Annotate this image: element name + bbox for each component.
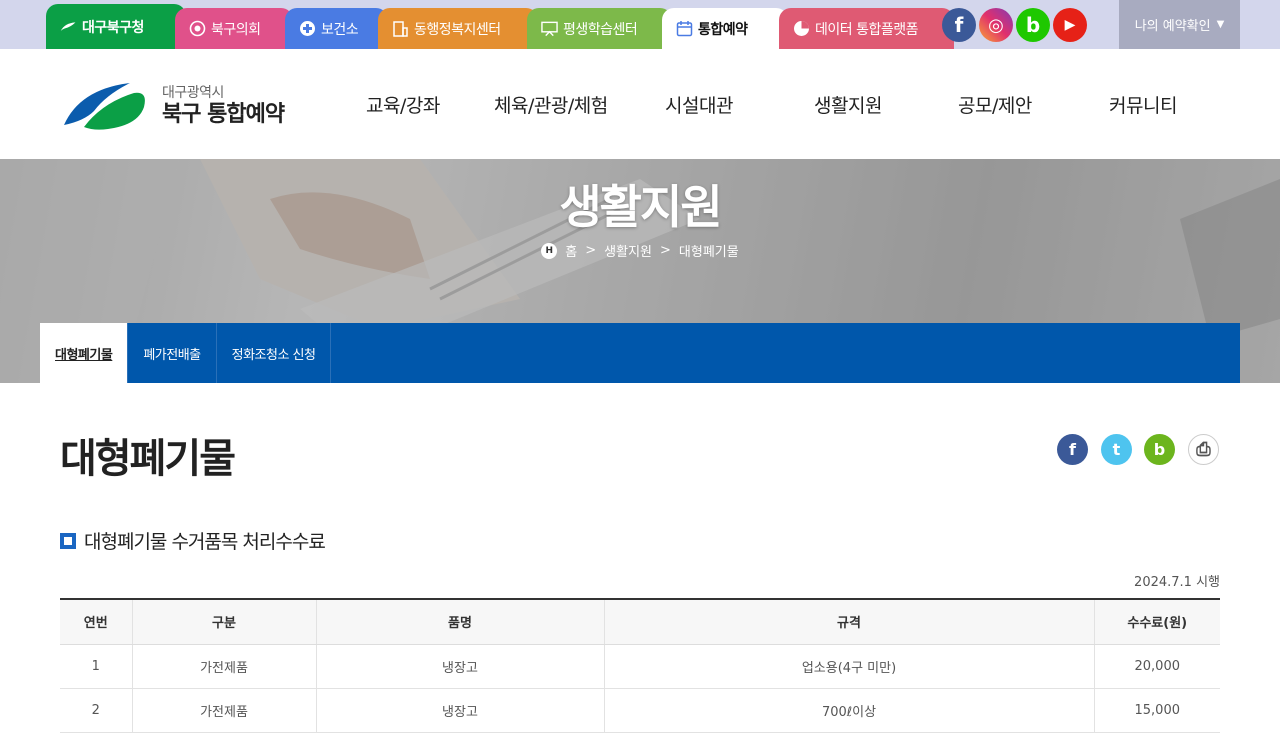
subnav-bulky-waste[interactable]: 대형폐기물 — [40, 323, 129, 383]
share-facebook-icon[interactable]: f — [1057, 434, 1088, 465]
breadcrumb: H 홈 > 생활지원 > 대형폐기물 — [0, 241, 1280, 260]
table-row: 1 가전제품 냉장고 업소용(4구 미만) 20,000 — [60, 644, 1220, 689]
gnb-education[interactable]: 교육/강좌 — [366, 49, 440, 159]
tab-health-center[interactable]: 보건소 — [285, 8, 388, 49]
breadcrumb-level2[interactable]: 대형폐기물 — [679, 241, 739, 260]
breadcrumb-separator: > — [660, 243, 671, 258]
tab-label: 통합예약 — [698, 21, 748, 38]
table-header-row: 연번 구분 품명 규격 수수료(원) — [60, 598, 1220, 645]
cell-category: 가전제품 — [131, 644, 316, 689]
home-icon[interactable]: H — [541, 242, 558, 259]
leaf-logo-icon — [60, 18, 77, 35]
share-twitter-icon[interactable]: t — [1101, 434, 1132, 465]
tab-lifelong-learning[interactable]: 평생학습센터 — [527, 8, 672, 49]
breadcrumb-separator: > — [585, 243, 597, 258]
calendar-icon — [676, 20, 693, 37]
cell-item: 냉장고 — [315, 644, 604, 689]
pie-chart-icon — [793, 20, 810, 37]
presentation-board-icon — [541, 20, 558, 37]
bullet-square-icon — [60, 532, 76, 549]
building-icon — [392, 20, 409, 37]
tab-community-center[interactable]: 동행정복지센터 — [378, 8, 538, 49]
page-title: 대형폐기물 — [60, 436, 236, 482]
col-header-fee: 수수료(원) — [1093, 598, 1220, 645]
gnb-life-support[interactable]: 생활지원 — [814, 49, 882, 159]
logo-title: 북구 통합예약 — [162, 102, 285, 127]
tab-council[interactable]: 북구의회 — [175, 8, 293, 49]
top-site-bar: 대구북구청 북구의회 보건소 동행정복지센터 평생학습센터 통합예약 데이터 통… — [0, 0, 1280, 49]
breadcrumb-home[interactable]: 홈 — [565, 241, 577, 260]
subnav-appliance-disposal[interactable]: 폐가전배출 — [128, 323, 217, 383]
subnav-septic-cleaning[interactable]: 정화조청소 신청 — [217, 323, 332, 383]
bukgu-logo-icon — [64, 83, 145, 130]
my-reservation-label: 나의 예약확인 — [1134, 19, 1211, 34]
naver-blog-icon[interactable]: b — [1016, 8, 1050, 42]
col-header-item: 품명 — [315, 598, 604, 645]
sub-navigation: 대형폐기물 폐가전배출 정화조청소 신청 — [40, 323, 1240, 383]
instagram-icon[interactable]: ◎ — [979, 8, 1013, 42]
section-title: 대형폐기물 수거품목 처리수수료 — [84, 531, 326, 553]
gnb-sports-tourism[interactable]: 체육/관광/체험 — [494, 49, 608, 159]
fee-table: 연번 구분 품명 규격 수수료(원) 1 가전제품 냉장고 업소용(4구 미만)… — [60, 598, 1220, 733]
site-header: 대구광역시 북구 통합예약 교육/강좌 체육/관광/체험 시설대관 생활지원 공… — [0, 49, 1280, 159]
banner-title: 생활지원 — [559, 180, 722, 234]
tab-label: 대구북구청 — [82, 19, 144, 36]
cell-spec: 700ℓ이상 — [603, 688, 1094, 733]
tab-label: 평생학습센터 — [563, 21, 638, 38]
col-header-category: 구분 — [131, 598, 316, 645]
cell-spec: 업소용(4구 미만) — [603, 644, 1094, 689]
logo-subtitle: 대구광역시 — [162, 85, 224, 101]
cell-number: 1 — [60, 644, 132, 689]
tab-label: 보건소 — [321, 21, 359, 38]
cell-item: 냉장고 — [315, 688, 604, 733]
tab-label: 데이터 통합플랫폼 — [815, 21, 919, 38]
site-logo[interactable]: 대구광역시 북구 통합예약 — [62, 81, 285, 133]
facebook-icon[interactable]: f — [942, 8, 976, 42]
gnb-facility-rental[interactable]: 시설대관 — [665, 49, 733, 159]
tab-label: 동행정복지센터 — [414, 21, 501, 38]
cell-category: 가전제품 — [131, 688, 316, 733]
cell-fee: 15,000 — [1093, 688, 1220, 733]
cell-number: 2 — [60, 688, 132, 733]
tab-daegu-bukgu-office[interactable]: 대구북구청 — [46, 4, 186, 49]
youtube-icon[interactable]: ▶ — [1053, 8, 1087, 42]
gnb-contest-proposal[interactable]: 공모/제안 — [958, 49, 1032, 159]
table-row: 2 가전제품 냉장고 700ℓ이상 15,000 — [60, 688, 1220, 733]
col-header-number: 연번 — [60, 598, 132, 645]
tab-data-platform[interactable]: 데이터 통합플랫폼 — [779, 8, 954, 49]
print-icon[interactable]: ⎙ — [1188, 434, 1219, 465]
my-reservation-button[interactable]: 나의 예약확인 ▼ — [1119, 0, 1240, 49]
section-heading: 대형폐기물 수거품목 처리수수료 — [60, 527, 326, 554]
sub-visual-banner: 생활지원 H 홈 > 생활지원 > 대형폐기물 대형폐기물 폐가전배출 정화조청… — [0, 159, 1280, 383]
col-header-spec: 규격 — [603, 598, 1094, 645]
tab-integrated-reservation[interactable]: 통합예약 — [662, 8, 788, 49]
council-emblem-icon — [189, 20, 206, 37]
gnb-community[interactable]: 커뮤니티 — [1109, 49, 1177, 159]
breadcrumb-level1[interactable]: 생활지원 — [604, 241, 652, 260]
cell-fee: 20,000 — [1093, 644, 1220, 689]
effective-date: 2024.7.1 시행 — [1134, 575, 1220, 590]
dropdown-arrow-icon: ▼ — [1216, 19, 1225, 30]
tab-label: 북구의회 — [211, 21, 261, 38]
share-blog-icon[interactable]: b — [1144, 434, 1175, 465]
medical-cross-icon — [299, 20, 316, 37]
